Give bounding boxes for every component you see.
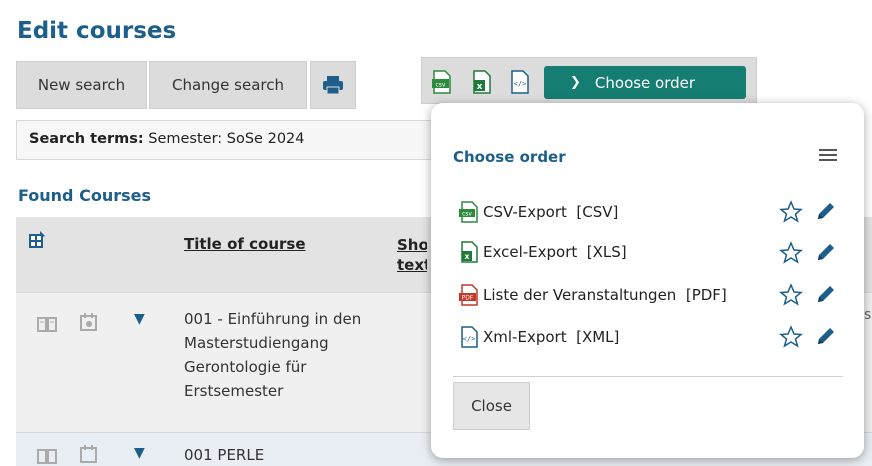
svg-text:</>: </> xyxy=(463,335,476,343)
export-item-label: Excel-Export [XLS] xyxy=(483,243,627,261)
chevron-down-icon[interactable]: ▼ xyxy=(134,311,145,327)
menu-icon[interactable] xyxy=(819,149,837,163)
pencil-icon[interactable] xyxy=(815,241,837,263)
choose-order-label: Choose order xyxy=(594,73,696,92)
column-settings-icon[interactable] xyxy=(28,231,46,249)
pencil-icon[interactable] xyxy=(815,325,837,347)
export-item-label: Xml-Export [XML] xyxy=(483,328,620,346)
choose-order-button[interactable]: ❯ Choose order xyxy=(544,66,746,99)
choose-order-popup: Choose order csv CSV-Export [CSV] x Exce… xyxy=(431,103,864,458)
export-item-csv[interactable]: csv CSV-Export [CSV] xyxy=(459,199,618,225)
calendar-edit-icon[interactable] xyxy=(78,443,100,465)
export-toolbar: csv x </> ❯ Choose order xyxy=(421,57,757,104)
page-title: Edit courses xyxy=(17,18,177,44)
svg-text:x: x xyxy=(464,252,470,261)
calendar-edit-icon[interactable] xyxy=(78,311,100,333)
star-icon[interactable] xyxy=(779,283,803,307)
export-item-xml[interactable]: </> Xml-Export [XML] xyxy=(459,324,619,350)
printer-icon xyxy=(323,76,343,95)
svg-text:x: x xyxy=(477,82,483,92)
excel-icon: x xyxy=(461,241,478,263)
close-button[interactable]: Close xyxy=(453,382,530,430)
svg-text:csv: csv xyxy=(462,211,472,218)
search-terms-box: Search terms: Semester: SoSe 2024 xyxy=(16,120,446,160)
export-item-pdf[interactable]: PDF Liste der Veranstaltungen [PDF] xyxy=(459,282,727,308)
book-icon[interactable] xyxy=(36,313,58,335)
course-title[interactable]: 001 - Einführung in den Masterstudiengan… xyxy=(184,307,384,403)
found-courses-heading: Found Courses xyxy=(18,186,151,205)
csv-icon[interactable]: csv xyxy=(432,70,452,94)
export-item-excel[interactable]: x Excel-Export [XLS] xyxy=(459,239,627,265)
popup-divider xyxy=(453,376,843,377)
chevron-right-icon: ❯ xyxy=(570,75,581,90)
export-item-label: CSV-Export [CSV] xyxy=(483,203,619,221)
export-item-label: Liste der Veranstaltungen [PDF] xyxy=(483,286,727,304)
row-side-fragment: s xyxy=(864,307,872,323)
excel-icon[interactable]: x xyxy=(472,70,492,94)
xml-icon[interactable]: </> xyxy=(510,70,530,94)
new-search-button[interactable]: New search xyxy=(16,61,147,109)
pencil-icon[interactable] xyxy=(815,200,837,222)
popup-title: Choose order xyxy=(453,148,566,166)
column-title-of-course[interactable]: Title of course xyxy=(184,235,306,253)
xml-icon: </> xyxy=(461,326,478,348)
column-short-text[interactable]: Short text xyxy=(397,235,427,275)
svg-text:csv: csv xyxy=(436,82,446,89)
course-title[interactable]: 001 PERLE xyxy=(184,443,384,466)
pencil-icon[interactable] xyxy=(815,283,837,305)
star-icon[interactable] xyxy=(779,325,803,349)
svg-text:PDF: PDF xyxy=(462,295,474,302)
book-icon[interactable] xyxy=(36,445,58,466)
chevron-down-icon[interactable]: ▼ xyxy=(134,445,145,461)
print-button[interactable] xyxy=(310,61,356,109)
star-icon[interactable] xyxy=(779,241,803,265)
csv-icon: csv xyxy=(459,201,478,223)
search-terms-value: Semester: SoSe 2024 xyxy=(143,131,305,147)
star-icon[interactable] xyxy=(779,200,803,224)
pdf-icon: PDF xyxy=(459,284,478,306)
change-search-button[interactable]: Change search xyxy=(149,61,307,109)
svg-text:</>: </> xyxy=(514,80,527,88)
search-terms-label: Search terms: xyxy=(29,131,144,147)
